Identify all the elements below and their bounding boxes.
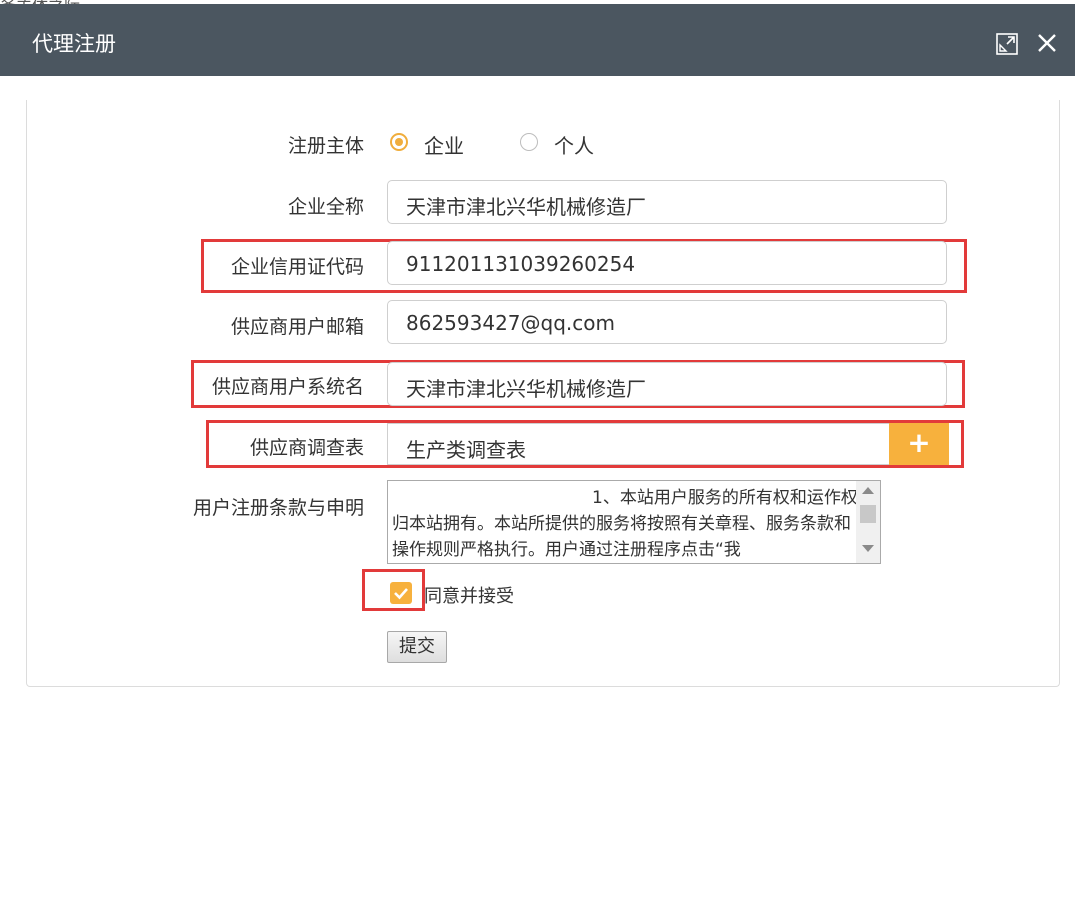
scroll-up-icon[interactable] — [862, 487, 874, 494]
submit-button[interactable]: 提交 — [387, 631, 447, 663]
dialog-title: 代理注册 — [32, 32, 116, 56]
radio-individual-label[interactable]: 个人 — [554, 130, 594, 159]
radio-company[interactable] — [390, 133, 408, 151]
email-label: 供应商用户邮箱 — [230, 316, 364, 338]
company-name-input[interactable]: 天津市津北兴华机械修造厂 — [387, 180, 947, 224]
scroll-thumb[interactable] — [860, 505, 876, 523]
system-name-input[interactable]: 天津市津北兴华机械修造厂 — [387, 362, 947, 406]
dialog-titlebar: 代理注册 — [0, 4, 1075, 76]
survey-label: 供应商调查表 — [249, 437, 364, 459]
credit-code-input[interactable]: 911201131039260254 — [387, 241, 947, 285]
maximize-icon[interactable] — [996, 33, 1018, 55]
terms-label: 用户注册条款与申明 — [192, 497, 364, 519]
company-name-label: 企业全称 — [287, 196, 364, 218]
close-icon[interactable] — [1036, 32, 1058, 54]
scroll-down-icon[interactable] — [862, 545, 874, 552]
plus-icon[interactable]: + — [889, 423, 949, 465]
subject-label: 注册主体 — [287, 135, 364, 157]
radio-individual[interactable] — [520, 133, 538, 151]
radio-company-label[interactable]: 企业 — [424, 130, 464, 159]
agree-checkbox[interactable] — [390, 582, 412, 604]
email-input[interactable]: 862593427@qq.com — [387, 300, 947, 344]
system-name-label: 供应商用户系统名 — [211, 376, 364, 398]
credit-code-label: 企业信用证代码 — [230, 256, 364, 278]
terms-scrollbar[interactable] — [856, 481, 880, 563]
agree-label: 同意并接受 — [424, 586, 514, 607]
check-icon — [394, 588, 408, 600]
terms-text: 1、本站用户服务的所有权和运作权归本站拥有。本站所提供的服务将按照有关章程、服务… — [392, 488, 858, 560]
terms-textarea[interactable]: 1、本站用户服务的所有权和运作权归本站拥有。本站所提供的服务将按照有关章程、服务… — [387, 480, 881, 564]
survey-input[interactable]: 生产类调查表 — [387, 423, 891, 465]
